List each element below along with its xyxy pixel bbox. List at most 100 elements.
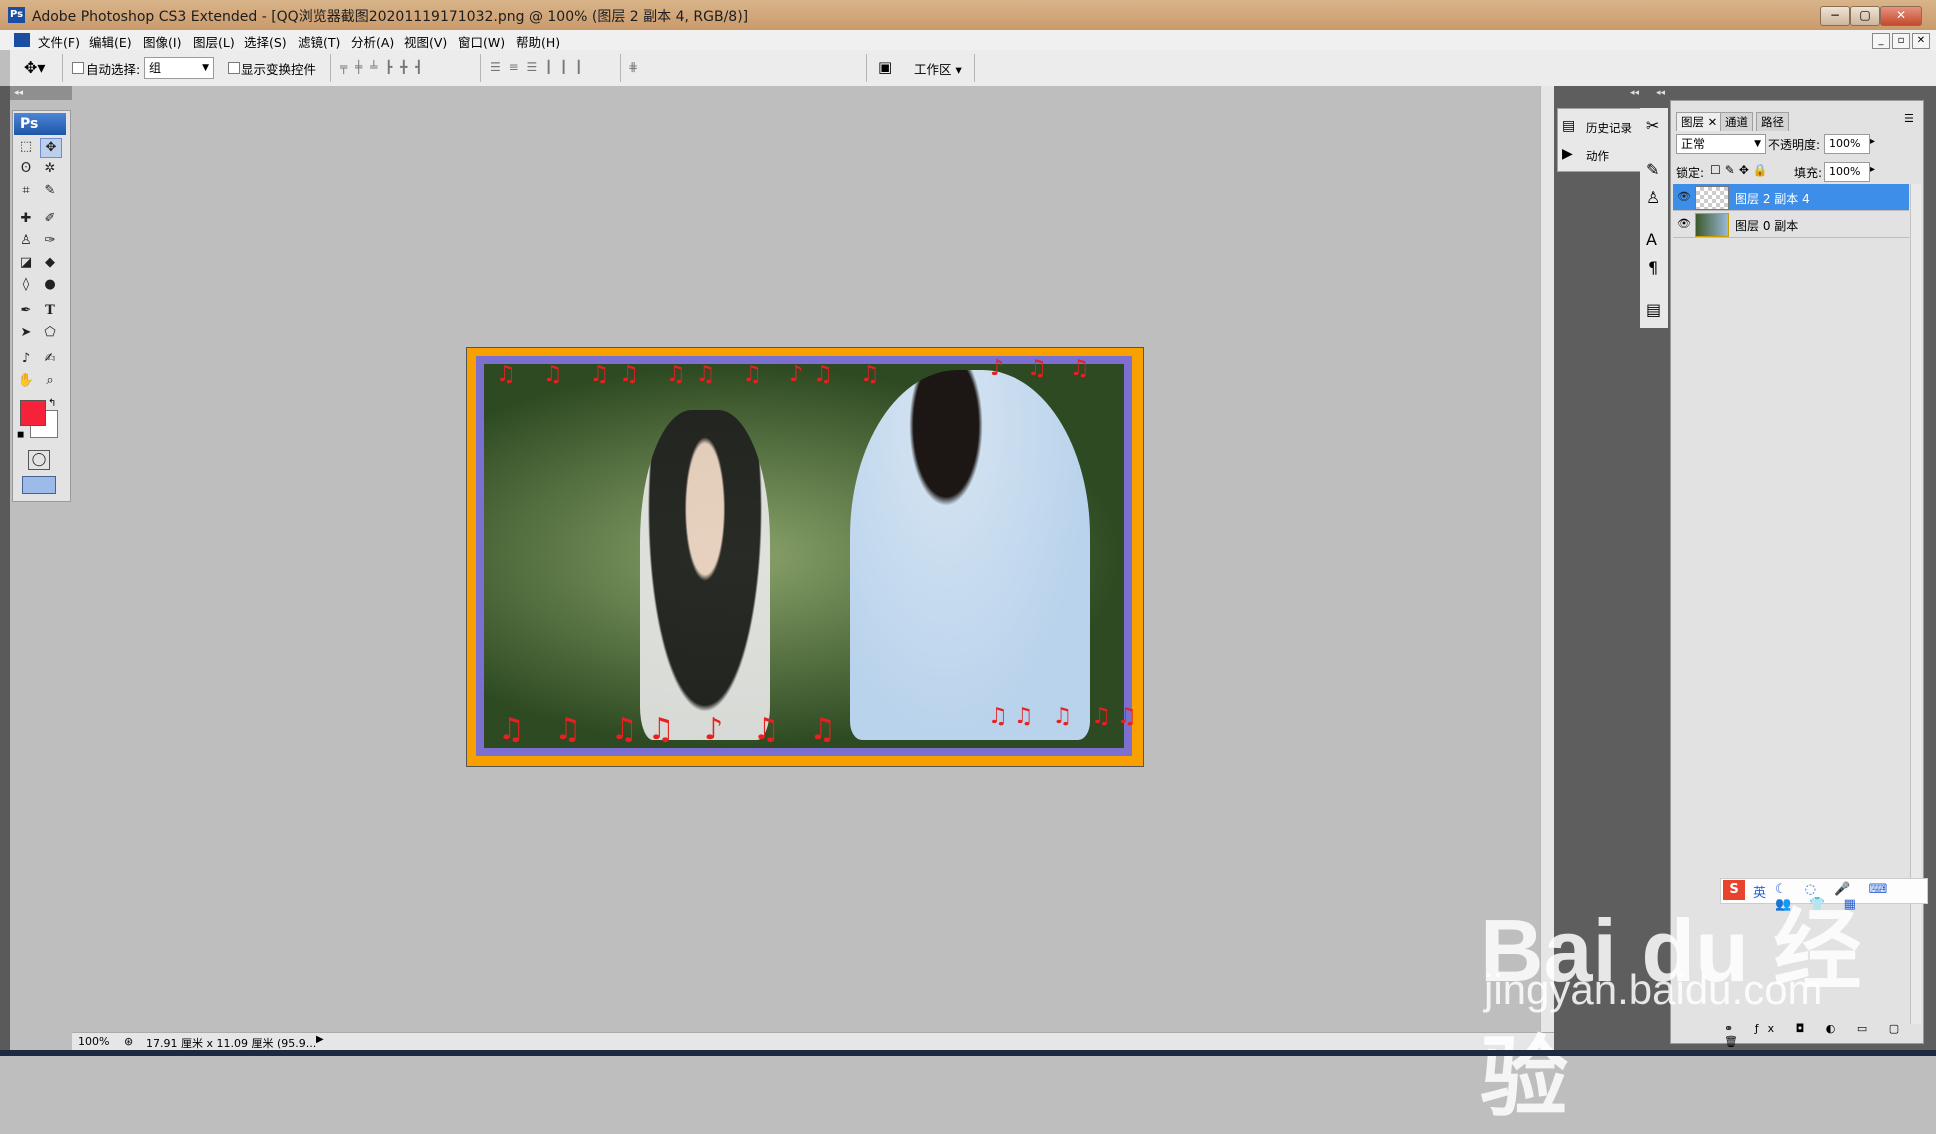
pen-tool-icon[interactable]: ✒ <box>16 302 36 320</box>
options-bar: ✥▾ 自动选择: 组 ▼ 显示变换控件 ╤ ╪ ╧ ┣ ╋ ┫ ☰ ≡ ☰ ┃ ┃… <box>10 50 1936 87</box>
workspace-button[interactable]: 工作区 ▾ <box>914 59 962 78</box>
opacity-input[interactable]: 100% <box>1824 134 1870 154</box>
tools-preset-icon[interactable]: ✂ <box>1646 116 1659 135</box>
bridge-icon[interactable]: ▣ <box>878 58 892 76</box>
title-bar: Ps Adobe Photoshop CS3 Extended - [QQ浏览器… <box>0 0 1936 30</box>
brush-tool-icon[interactable]: ✐ <box>40 210 60 228</box>
menu-image[interactable]: 图像(I) <box>143 32 181 51</box>
menu-file[interactable]: 文件(F) <box>38 32 80 51</box>
status-arrow-icon[interactable]: ▶ <box>316 1034 324 1045</box>
magic-wand-tool-icon[interactable]: ✲ <box>40 160 60 178</box>
auto-select-value: 组 <box>149 61 162 75</box>
crop-tool-icon[interactable]: ⌗ <box>16 182 36 200</box>
screen-mode-icon[interactable] <box>22 476 56 494</box>
history-panel-button[interactable]: 历史记录 <box>1586 120 1632 136</box>
history-icon: ▤ <box>1562 118 1576 134</box>
workspace-label: 工作区 <box>914 62 952 77</box>
layer-name[interactable]: 图层 0 副本 <box>1735 217 1798 234</box>
actions-panel-button[interactable]: 动作 <box>1586 148 1609 164</box>
menu-analysis[interactable]: 分析(A) <box>351 32 394 51</box>
collapse-strip-icon[interactable]: ◂◂ <box>1656 88 1665 98</box>
auto-select-dropdown[interactable]: 组 ▼ <box>144 57 214 79</box>
hand-tool-icon[interactable]: ✋ <box>16 372 36 390</box>
character-icon[interactable]: A <box>1646 230 1657 249</box>
baidu-watermark-url: jingyan.baidu.com <box>1484 966 1823 1013</box>
status-menu-icon[interactable]: ⊛ <box>124 1035 133 1048</box>
marquee-tool-icon[interactable]: ⬚ <box>16 138 36 156</box>
minimize-button[interactable]: − <box>1820 6 1850 26</box>
document-size-info: 17.91 厘米 x 11.09 厘米 (95.9... <box>146 1037 317 1050</box>
fill-input[interactable]: 100% <box>1824 162 1870 182</box>
opacity-label: 不透明度: <box>1768 138 1821 152</box>
doc-close-button[interactable]: ✕ <box>1912 33 1930 49</box>
opacity-slider-arrow-icon[interactable]: ▸ <box>1870 136 1875 147</box>
distribute-icons[interactable]: ☰ ≡ ☰ ┃ ┃ ┃ <box>490 60 584 74</box>
music-notes-bottom-right: ♫♫ ♫ ♫♫ <box>988 704 1143 729</box>
path-selection-tool-icon[interactable]: ➤ <box>16 324 36 342</box>
menu-help[interactable]: 帮助(H) <box>516 32 560 51</box>
dodge-tool-icon[interactable]: ● <box>40 276 60 294</box>
visibility-eye-icon[interactable]: 👁 <box>1677 190 1691 204</box>
visibility-eye-icon[interactable]: 👁 <box>1677 217 1691 231</box>
auto-select-checkbox[interactable] <box>72 62 84 74</box>
menu-select[interactable]: 选择(S) <box>244 32 287 51</box>
brushes-icon[interactable]: ✎ <box>1646 160 1659 179</box>
tab-channels[interactable]: 通道 <box>1720 112 1753 131</box>
menu-window[interactable]: 窗口(W) <box>458 32 505 51</box>
notes-tool-icon[interactable]: ♪ <box>16 350 36 368</box>
actions-icon: ▶ <box>1562 146 1573 162</box>
lasso-tool-icon[interactable]: ʘ <box>16 160 36 178</box>
foreground-color-swatch[interactable] <box>20 400 46 426</box>
layer-row[interactable]: 👁 图层 2 副本 4 <box>1673 184 1909 211</box>
blend-mode-select[interactable]: 正常 ▼ <box>1676 134 1766 154</box>
eraser-tool-icon[interactable]: ◪ <box>16 254 36 272</box>
panel-menu-icon[interactable]: ☰ <box>1904 112 1914 125</box>
align-top-icons[interactable]: ╤ ╪ ╧ ┣ ╋ ┫ <box>340 60 424 74</box>
tab-layers[interactable]: 图层 ✕ <box>1676 112 1723 131</box>
quick-mask-icon[interactable]: ◯ <box>28 450 50 470</box>
blend-mode-value: 正常 <box>1681 137 1706 151</box>
layer-comps-icon[interactable]: ▤ <box>1646 300 1661 319</box>
paint-bucket-tool-icon[interactable]: ◆ <box>40 254 60 272</box>
healing-brush-tool-icon[interactable]: ✚ <box>16 210 36 228</box>
menu-edit[interactable]: 编辑(E) <box>89 32 132 51</box>
layer-row[interactable]: 👁 图层 0 副本 <box>1673 211 1909 238</box>
doc-restore-button[interactable]: ▫ <box>1892 33 1910 49</box>
photo-girl-figure <box>640 410 770 740</box>
blur-tool-icon[interactable]: ◊ <box>16 276 36 294</box>
history-brush-tool-icon[interactable]: ✑ <box>40 232 60 250</box>
photoshop-app-icon: Ps <box>8 7 25 23</box>
left-edge-strip <box>0 86 10 1056</box>
swap-colors-icon[interactable]: ↰ <box>48 398 56 409</box>
slice-tool-icon[interactable]: ✎ <box>40 182 60 200</box>
close-button[interactable]: ✕ <box>1880 6 1922 26</box>
shape-tool-icon[interactable]: ⬠ <box>40 324 60 342</box>
lock-options-icons[interactable]: ☐✎✥🔒 <box>1710 163 1772 177</box>
eyedropper-tool-icon[interactable]: ✍ <box>40 350 60 368</box>
tab-paths[interactable]: 路径 <box>1756 112 1789 131</box>
show-transform-label: 显示变换控件 <box>241 62 317 77</box>
auto-align-icon[interactable]: ⋕ <box>628 60 638 74</box>
toolbox-header[interactable]: ◂◂ <box>10 86 76 100</box>
clone-stamp-tool-icon[interactable]: ♙ <box>16 232 36 250</box>
maximize-button[interactable]: ▢ <box>1850 6 1880 26</box>
zoom-tool-icon[interactable]: ⌕ <box>40 372 60 390</box>
menu-view[interactable]: 视图(V) <box>404 32 447 51</box>
type-tool-icon[interactable]: T <box>40 302 60 320</box>
move-tool-preset-icon[interactable]: ✥▾ <box>24 58 45 77</box>
menu-filter[interactable]: 滤镜(T) <box>298 32 340 51</box>
tab-layers-label: 图层 <box>1681 115 1704 129</box>
move-tool-icon[interactable]: ✥ <box>40 138 62 158</box>
toolbox-ps-badge: Ps <box>14 113 66 135</box>
clone-source-icon[interactable]: ♙ <box>1646 188 1660 207</box>
paragraph-icon[interactable]: ¶ <box>1648 258 1658 277</box>
photo-photographer-figure <box>850 370 1090 740</box>
fill-slider-arrow-icon[interactable]: ▸ <box>1870 164 1875 175</box>
show-transform-checkbox[interactable] <box>228 62 240 74</box>
menu-layer[interactable]: 图层(L) <box>193 32 235 51</box>
collapse-dock-icon[interactable]: ◂◂ <box>1630 88 1639 98</box>
default-colors-icon[interactable]: ◼ <box>17 430 24 440</box>
layer-name[interactable]: 图层 2 副本 4 <box>1735 190 1810 207</box>
zoom-level[interactable]: 100% <box>78 1035 109 1048</box>
doc-minimize-button[interactable]: _ <box>1872 33 1890 49</box>
